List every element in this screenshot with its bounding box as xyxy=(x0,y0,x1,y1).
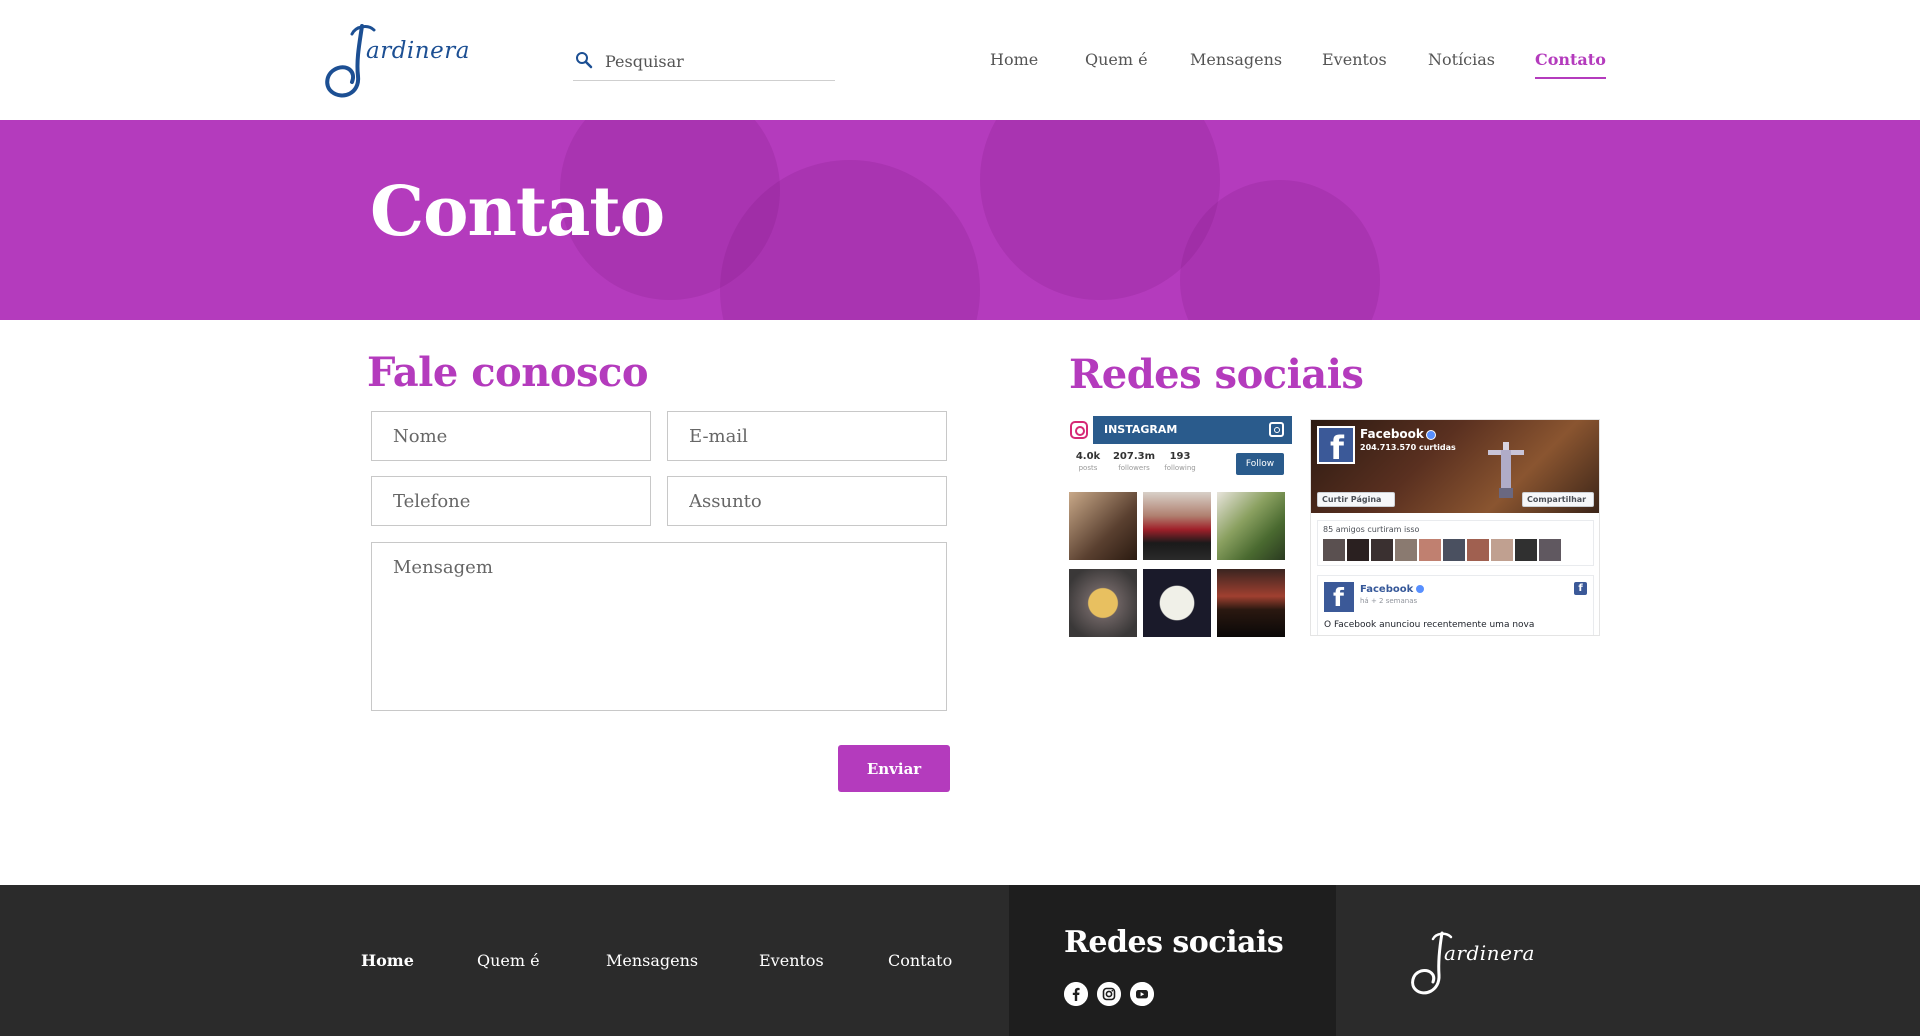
facebook-cover-image: f Facebook 204.713.570 curtidas Curtir P… xyxy=(1311,420,1599,513)
facebook-post-author[interactable]: Facebook xyxy=(1360,584,1426,595)
facebook-post-avatar: f xyxy=(1324,582,1354,612)
instagram-icon xyxy=(1070,421,1088,439)
main-nav: Home Quem é Mensagens Eventos Notícias C… xyxy=(0,50,1920,80)
facebook-like-count: 204.713.570 curtidas xyxy=(1360,443,1456,452)
facebook-friends-box: 85 amigos curtiram isso xyxy=(1317,520,1594,566)
facebook-post[interactable]: f Facebook há + 2 semanas f O Facebook a… xyxy=(1317,575,1594,635)
verified-icon xyxy=(1425,429,1436,440)
instagram-header: INSTAGRAM xyxy=(1068,415,1292,445)
avatar[interactable] xyxy=(1395,539,1417,561)
facebook-friends-text: 85 amigos curtiram isso xyxy=(1323,525,1420,534)
avatar[interactable] xyxy=(1443,539,1465,561)
nav-item-noticias[interactable]: Notícias xyxy=(1428,50,1495,69)
facebook-page-name: Facebook xyxy=(1360,427,1436,441)
phone-field[interactable] xyxy=(371,476,651,526)
site-footer: Home Quem é Mensagens Eventos Contato Re… xyxy=(0,885,1920,1036)
facebook-icon: f xyxy=(1574,582,1587,595)
avatar[interactable] xyxy=(1539,539,1561,561)
instagram-stat-following: 193 following xyxy=(1164,451,1196,472)
instagram-stat-followers: 207.3m followers xyxy=(1112,451,1156,472)
contact-section-title: Fale conosco xyxy=(367,349,649,396)
footer-nav-mensagens[interactable]: Mensagens xyxy=(606,951,698,970)
avatar[interactable] xyxy=(1347,539,1369,561)
avatar[interactable] xyxy=(1323,539,1345,561)
footer-nav-contato[interactable]: Contato xyxy=(888,951,952,970)
facebook-page-logo: f xyxy=(1317,426,1355,466)
active-nav-underline xyxy=(1535,77,1606,79)
site-header: ardinera Home Quem é Mensagens Eventos N… xyxy=(0,0,1920,120)
verified-icon xyxy=(1415,584,1426,594)
name-field[interactable] xyxy=(371,411,651,461)
footer-nav-quem-e[interactable]: Quem é xyxy=(477,951,540,970)
page-banner: Contato xyxy=(0,120,1920,320)
instagram-follow-button[interactable]: Follow xyxy=(1236,453,1284,475)
instagram-photo[interactable] xyxy=(1069,492,1137,560)
instagram-photo[interactable] xyxy=(1217,492,1285,560)
nav-item-contato-label: Contato xyxy=(1535,50,1606,69)
message-field[interactable] xyxy=(371,542,947,711)
subject-field[interactable] xyxy=(667,476,947,526)
facebook-share-button[interactable]: Compartilhar xyxy=(1522,492,1594,507)
footer-social-panel xyxy=(1009,885,1336,1036)
instagram-icon[interactable] xyxy=(1097,982,1121,1006)
avatar[interactable] xyxy=(1467,539,1489,561)
email-field[interactable] xyxy=(667,411,947,461)
camera-icon xyxy=(1269,422,1284,437)
instagram-photo-grid xyxy=(1069,492,1291,638)
footer-nav-home[interactable]: Home xyxy=(361,951,414,970)
nav-item-mensagens[interactable]: Mensagens xyxy=(1190,50,1282,69)
footer-social-title: Redes sociais xyxy=(1064,925,1284,960)
nav-item-home[interactable]: Home xyxy=(990,50,1038,69)
avatar[interactable] xyxy=(1419,539,1441,561)
avatar[interactable] xyxy=(1371,539,1393,561)
instagram-stat-posts: 4.0k posts xyxy=(1075,451,1101,472)
facebook-post-text: O Facebook anunciou recentemente uma nov… xyxy=(1324,620,1535,630)
facebook-widget[interactable]: f Facebook 204.713.570 curtidas Curtir P… xyxy=(1310,419,1600,636)
page-title: Contato xyxy=(370,172,665,252)
nav-item-contato[interactable]: Contato xyxy=(1535,50,1606,79)
instagram-widget[interactable]: INSTAGRAM 4.0k posts 207.3m followers 19… xyxy=(1068,415,1292,638)
facebook-icon[interactable] xyxy=(1064,982,1088,1006)
send-button[interactable]: Enviar xyxy=(838,745,950,792)
instagram-photo[interactable] xyxy=(1069,569,1137,637)
instagram-label: INSTAGRAM xyxy=(1104,423,1178,436)
facebook-like-page-button[interactable]: Curtir Página xyxy=(1317,492,1395,507)
statue-illustration xyxy=(1488,442,1524,498)
instagram-photo[interactable] xyxy=(1217,569,1285,637)
instagram-photo[interactable] xyxy=(1143,569,1211,637)
social-section-title: Redes sociais xyxy=(1069,351,1364,398)
avatar[interactable] xyxy=(1491,539,1513,561)
avatar[interactable] xyxy=(1515,539,1537,561)
instagram-photo[interactable] xyxy=(1143,492,1211,560)
instagram-title-bar: INSTAGRAM xyxy=(1093,416,1292,444)
footer-nav-eventos[interactable]: Eventos xyxy=(759,951,824,970)
facebook-friend-avatars xyxy=(1323,539,1583,561)
nav-item-eventos[interactable]: Eventos xyxy=(1322,50,1387,69)
footer-logo-text: ardinera xyxy=(1444,941,1535,965)
footer-logo[interactable]: ardinera xyxy=(1408,929,1538,999)
youtube-icon[interactable] xyxy=(1130,982,1154,1006)
facebook-post-time: há + 2 semanas xyxy=(1360,597,1418,605)
nav-item-quem-e[interactable]: Quem é xyxy=(1085,50,1148,69)
